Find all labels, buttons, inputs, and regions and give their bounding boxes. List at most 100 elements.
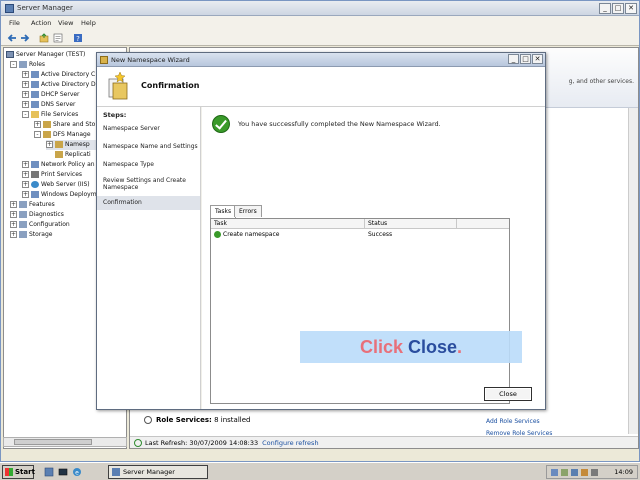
tree-item[interactable]: + Print Services [22,170,82,180]
wizard-titlebar[interactable]: New Namespace Wizard _ □ ✕ [97,53,545,67]
back-arrow-icon[interactable] [7,33,17,43]
column-status[interactable]: Status [365,219,457,229]
tree-item[interactable]: + Active Directory D [22,80,96,90]
role-services-section[interactable]: Role Services: 8 installed [144,416,504,428]
tree-item[interactable]: + Network Policy an [22,160,95,170]
properties-icon[interactable] [53,33,63,43]
close-window-button[interactable]: ✕ [625,3,637,14]
role-icon [31,91,39,98]
collapse-section-icon[interactable] [144,416,152,424]
tray-app-icon[interactable] [581,469,588,476]
tree-item[interactable]: + Features [10,200,55,210]
success-message: You have successfully completed the New … [238,120,441,128]
content-vertical-scrollbar[interactable] [628,108,638,434]
tree-item[interactable]: + Windows Deploym [22,190,97,200]
tree-item[interactable]: + Share and Sto [34,120,95,130]
refresh-icon[interactable] [134,439,142,447]
collapse-icon[interactable]: - [34,131,41,138]
tree-item[interactable]: + Configuration [10,220,70,230]
menu-file[interactable]: File [9,19,20,27]
menu-view[interactable]: View [58,19,73,27]
expand-icon[interactable]: + [22,181,29,188]
expand-icon[interactable]: + [22,171,29,178]
tree-item[interactable]: + DNS Server [22,100,76,110]
role-icon [31,161,39,168]
powershell-icon[interactable] [58,467,68,477]
tasks-table: Task Status Create namespace Success [210,218,510,404]
expand-icon[interactable]: + [22,91,29,98]
tree-item[interactable]: - Roles [10,60,45,70]
wizard-minimize-button[interactable]: _ [508,54,519,64]
tree-item[interactable]: Server Manager (TEST) [6,50,85,60]
toolbar: ? [1,30,639,46]
server-manager-titlebar[interactable]: Server Manager _ □ ✕ [1,1,639,16]
role-icon [31,81,39,88]
step-review-settings: Review Settings and Create Namespace [103,177,186,191]
close-button[interactable]: Close [484,387,532,401]
tree-item-label: DNS Server [41,101,76,108]
wizard-maximize-button[interactable]: □ [520,54,531,64]
expand-icon[interactable]: + [22,81,29,88]
last-refresh-text: Last Refresh: 30/07/2009 14:08:33 [145,439,259,447]
expand-icon[interactable]: + [10,211,17,218]
expand-icon[interactable]: + [22,161,29,168]
window-controls: _ □ ✕ [599,3,637,14]
expand-icon[interactable]: + [10,221,17,228]
tree-item-label: Diagnostics [29,211,64,218]
svg-text:e: e [75,470,79,477]
configure-refresh-link[interactable]: Configure refresh [262,439,318,447]
up-folder-icon[interactable] [39,33,49,43]
network-icon[interactable] [551,469,558,476]
tree-horizontal-scrollbar[interactable] [3,437,127,447]
collapse-icon[interactable]: - [22,111,29,118]
tab-errors[interactable]: Errors [234,205,262,217]
menu-help[interactable]: Help [81,19,96,27]
tree-item-label: Active Directory D [41,81,96,88]
tree-item-label: Print Services [41,171,83,178]
expand-icon[interactable]: + [10,201,17,208]
start-button[interactable]: Start [2,465,35,479]
clock[interactable]: 14:09 [614,468,633,476]
tree-item[interactable]: Replicati [55,150,91,160]
tab-tasks[interactable]: Tasks [210,205,237,218]
tree-item[interactable]: + Active Directory C [22,70,95,80]
expand-icon[interactable]: + [10,231,17,238]
tree-item[interactable]: - DFS Manage [34,130,91,140]
table-header: Task Status [211,219,509,229]
column-task[interactable]: Task [211,219,365,229]
tree-item-label: DHCP Server [41,91,80,98]
server-icon [6,51,14,58]
explorer-icon[interactable]: e [72,467,82,477]
help-icon[interactable]: ? [73,33,83,43]
scrollbar-thumb[interactable] [14,439,92,445]
forward-arrow-icon[interactable] [20,33,30,43]
tray-app-icon[interactable] [561,469,568,476]
role-services-count: 8 installed [214,416,251,424]
expand-icon[interactable]: + [46,141,53,148]
tray-app-icon[interactable] [571,469,578,476]
menu-action[interactable]: Action [31,19,51,27]
maximize-button[interactable]: □ [612,3,624,14]
role-icon [31,71,39,78]
tree-item[interactable]: + DHCP Server [22,90,80,100]
tree-item[interactable]: + Diagnostics [10,210,64,220]
success-small-icon [214,231,221,238]
tray-app-icon[interactable] [591,469,598,476]
expand-icon[interactable]: + [22,101,29,108]
tree-item[interactable]: + Web Server (IIS) [22,180,90,190]
tree-item-label: Roles [29,61,46,68]
expand-icon[interactable]: + [34,121,41,128]
wizard-close-x-button[interactable]: ✕ [532,54,543,64]
task-button-label: Server Manager [123,468,175,476]
table-row[interactable]: Create namespace Success [211,230,509,240]
minimize-button[interactable]: _ [599,3,611,14]
expand-icon[interactable]: + [22,191,29,198]
tree-item-label: Configuration [29,221,70,228]
tree-item[interactable]: + Storage [10,230,52,240]
taskbar-server-manager-button[interactable]: Server Manager [108,465,208,479]
add-role-services-link[interactable]: Add Role Services [486,418,540,425]
server-manager-quicklaunch-icon[interactable] [44,467,54,477]
collapse-icon[interactable]: - [10,61,17,68]
tree-item[interactable]: - File Services [22,110,78,120]
expand-icon[interactable]: + [22,71,29,78]
